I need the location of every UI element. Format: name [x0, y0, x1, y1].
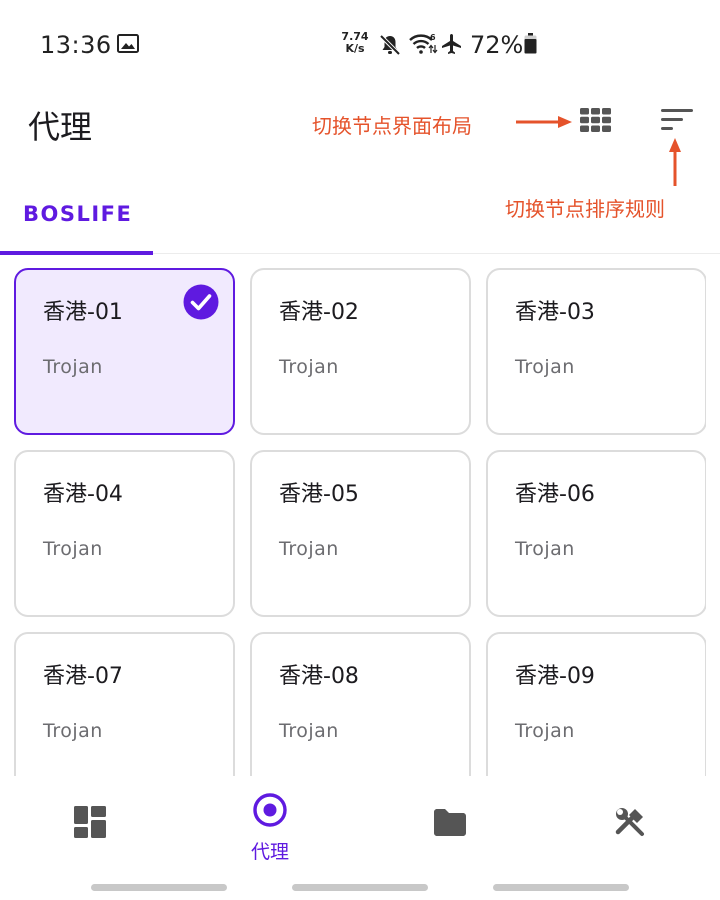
proxy-name: 香港-03 — [515, 300, 595, 325]
proxy-card[interactable]: 香港-05 Trojan — [250, 450, 471, 617]
proxy-name: 香港-06 — [515, 482, 595, 507]
airplane-icon — [442, 34, 461, 54]
mute-icon — [379, 34, 401, 56]
nav-item-proxy[interactable]: 代理 — [180, 776, 360, 876]
proxy-card[interactable]: 香港-09 Trojan — [486, 632, 706, 776]
dashboard-icon — [74, 806, 106, 838]
bottom-navigation: 代理 — [0, 776, 720, 900]
proxy-card[interactable]: 香港-06 Trojan — [486, 450, 706, 617]
proxy-card[interactable]: 香港-04 Trojan — [14, 450, 235, 617]
proxy-screen: 13:36 7.74 K/s 6 72% 代理 切换节点界面布局 切换节点排序规… — [0, 0, 720, 900]
radio-target-icon — [253, 793, 287, 827]
proxy-type: Trojan — [43, 538, 103, 560]
proxy-type: Trojan — [515, 538, 575, 560]
proxy-type: Trojan — [43, 720, 103, 742]
tools-icon — [615, 808, 644, 836]
page-title: 代理 — [28, 108, 93, 146]
nav-item-dashboard[interactable] — [0, 776, 180, 876]
tab-indicator — [0, 251, 153, 255]
tab-boslife[interactable]: BOSLIFE — [0, 180, 153, 255]
proxy-name: 香港-02 — [279, 300, 359, 325]
proxy-card[interactable]: 香港-02 Trojan — [250, 268, 471, 435]
wifi-icon: 6 — [409, 33, 438, 54]
nav-item-tools[interactable] — [540, 776, 720, 876]
group-tab-bar: BOSLIFE — [0, 180, 720, 255]
proxy-type: Trojan — [279, 356, 339, 378]
gesture-bar — [493, 884, 629, 891]
proxy-card[interactable]: 香港-03 Trojan — [486, 268, 706, 435]
grid-layout-icon — [579, 108, 611, 132]
layout-annotation-arrow — [516, 116, 572, 128]
network-speed-unit: K/s — [345, 42, 365, 55]
proxy-type: Trojan — [279, 538, 339, 560]
nav-item-profiles[interactable] — [360, 776, 540, 876]
proxy-name: 香港-01 — [43, 300, 123, 325]
network-speed: 7.74 K/s — [340, 31, 370, 55]
gallery-icon — [117, 34, 139, 53]
proxy-name: 香港-04 — [43, 482, 123, 507]
status-time: 13:36 — [40, 31, 112, 59]
folder-icon — [434, 809, 466, 836]
proxy-card[interactable]: 香港-08 Trojan — [250, 632, 471, 776]
switch-layout-button[interactable] — [572, 100, 618, 140]
proxy-card[interactable]: 香港-01 Trojan — [14, 268, 235, 435]
sort-annotation-arrow — [669, 138, 681, 186]
status-bar: 13:36 7.74 K/s 6 72% — [0, 0, 720, 90]
proxy-name: 香港-08 — [279, 664, 359, 689]
proxy-type: Trojan — [43, 356, 103, 378]
proxy-name: 香港-09 — [515, 664, 595, 689]
wifi-badge: 6 — [430, 33, 436, 42]
sort-icon — [661, 109, 693, 130]
proxy-grid: 香港-01 Trojan 香港-02 Trojan 香港-03 Trojan 香… — [14, 268, 706, 776]
proxy-type: Trojan — [279, 720, 339, 742]
layout-annotation: 切换节点界面布局 — [312, 114, 472, 138]
gesture-bar — [91, 884, 227, 891]
proxy-name: 香港-07 — [43, 664, 123, 689]
proxy-type: Trojan — [515, 720, 575, 742]
proxy-name: 香港-05 — [279, 482, 359, 507]
gesture-bar — [292, 884, 428, 891]
tab-label: BOSLIFE — [23, 202, 133, 226]
proxy-card[interactable]: 香港-07 Trojan — [14, 632, 235, 776]
sort-button[interactable] — [654, 100, 700, 140]
proxy-type: Trojan — [515, 356, 575, 378]
check-circle-icon — [183, 284, 219, 320]
battery-percent: 72% — [470, 31, 524, 59]
nav-label-proxy: 代理 — [250, 841, 289, 863]
battery-icon — [524, 33, 537, 54]
